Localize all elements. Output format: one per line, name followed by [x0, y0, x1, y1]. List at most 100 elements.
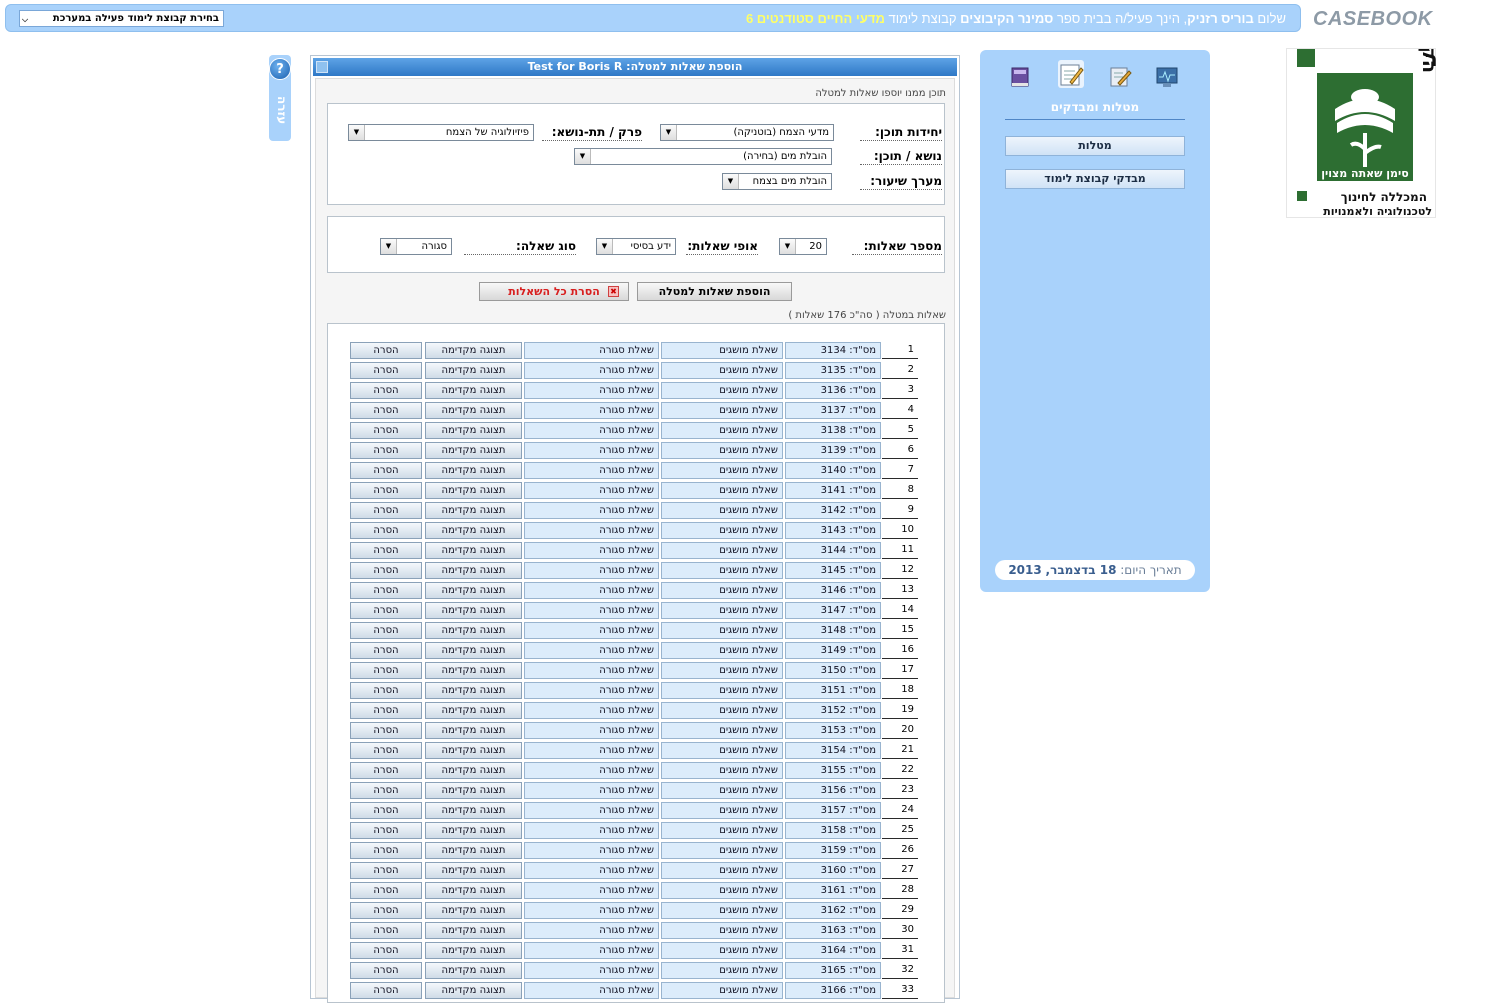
remove-question-button[interactable]: הסרה	[350, 362, 422, 379]
preview-button[interactable]: תצוגה מקדימה	[425, 822, 522, 839]
preview-button[interactable]: תצוגה מקדימה	[425, 522, 522, 539]
question-number: 17	[882, 662, 918, 679]
assignments-icon[interactable]	[1058, 60, 1084, 88]
preview-button[interactable]: תצוגה מקדימה	[425, 562, 522, 579]
preview-button[interactable]: תצוגה מקדימה	[425, 942, 522, 959]
remove-question-button[interactable]: הסרה	[350, 582, 422, 599]
chapter-select[interactable]: ▼ פיזיולוגיה של הצמח	[348, 124, 534, 141]
question-type-select[interactable]: ▼ סגורה	[380, 238, 452, 255]
question-category: שאלת מושגים	[661, 822, 783, 839]
remove-question-button[interactable]: הסרה	[350, 462, 422, 479]
id-value: 3153	[820, 725, 847, 736]
remove-question-button[interactable]: הסרה	[350, 902, 422, 919]
remove-question-button[interactable]: הסרה	[350, 862, 422, 879]
question-kind: שאלת סגורה	[524, 982, 659, 999]
remove-question-button[interactable]: הסרה	[350, 742, 422, 759]
preview-button[interactable]: תצוגה מקדימה	[425, 542, 522, 559]
add-questions-button[interactable]: הוספת שאלות למטלה	[637, 282, 792, 301]
question-nature-select[interactable]: ▼ ידע בסיסי	[596, 238, 676, 255]
preview-button[interactable]: תצוגה מקדימה	[425, 962, 522, 979]
brand-logo[interactable]: CASEBOOK	[1313, 8, 1433, 31]
top-bar: בחירת קבוצת לימוד פעילה במערכת ⌵ שלום בו…	[5, 4, 1301, 32]
preview-button[interactable]: תצוגה מקדימה	[425, 482, 522, 499]
preview-button[interactable]: תצוגה מקדימה	[425, 402, 522, 419]
remove-question-button[interactable]: הסרה	[350, 602, 422, 619]
preview-button[interactable]: תצוגה מקדימה	[425, 442, 522, 459]
remove-question-button[interactable]: הסרה	[350, 562, 422, 579]
remove-question-button[interactable]: הסרה	[350, 642, 422, 659]
remove-question-button[interactable]: הסרה	[350, 502, 422, 519]
remove-question-button[interactable]: הסרה	[350, 822, 422, 839]
preview-button[interactable]: תצוגה מקדימה	[425, 422, 522, 439]
remove-question-button[interactable]: הסרה	[350, 722, 422, 739]
preview-button[interactable]: תצוגה מקדימה	[425, 842, 522, 859]
remove-question-button[interactable]: הסרה	[350, 622, 422, 639]
remove-question-button[interactable]: הסרה	[350, 702, 422, 719]
remove-question-button[interactable]: הסרה	[350, 542, 422, 559]
preview-button[interactable]: תצוגה מקדימה	[425, 462, 522, 479]
question-count-select[interactable]: ▼ 20	[779, 238, 827, 255]
remove-question-button[interactable]: הסרה	[350, 402, 422, 419]
group-select[interactable]: בחירת קבוצת לימוד פעילה במערכת ⌵	[19, 10, 224, 27]
active-tab-label[interactable]: מטלות ומבדקים	[980, 100, 1210, 114]
preview-button[interactable]: תצוגה מקדימה	[425, 622, 522, 639]
preview-button[interactable]: תצוגה מקדימה	[425, 502, 522, 519]
preview-button[interactable]: תצוגה מקדימה	[425, 762, 522, 779]
preview-button[interactable]: תצוגה מקדימה	[425, 862, 522, 879]
preview-button[interactable]: תצוגה מקדימה	[425, 642, 522, 659]
remove-question-button[interactable]: הסרה	[350, 762, 422, 779]
remove-question-button[interactable]: הסרה	[350, 382, 422, 399]
remove-question-button[interactable]: הסרה	[350, 962, 422, 979]
preview-button[interactable]: תצוגה מקדימה	[425, 582, 522, 599]
content-unit-select[interactable]: ▼ מדעי הצמח (בוטניקה)	[660, 124, 834, 141]
preview-button[interactable]: תצוגה מקדימה	[425, 742, 522, 759]
remove-question-button[interactable]: הסרה	[350, 482, 422, 499]
preview-button[interactable]: תצוגה מקדימה	[425, 602, 522, 619]
remove-question-button[interactable]: הסרה	[350, 342, 422, 359]
group-tests-button[interactable]: מבדקי קבוצת לימוד	[1005, 169, 1185, 189]
preview-button[interactable]: תצוגה מקדימה	[425, 702, 522, 719]
edit-icon[interactable]	[1108, 65, 1132, 89]
preview-button[interactable]: תצוגה מקדימה	[425, 922, 522, 939]
book-icon[interactable]	[1008, 65, 1032, 89]
monitor-icon[interactable]	[1155, 65, 1179, 89]
remove-question-button[interactable]: הסרה	[350, 682, 422, 699]
remove-question-button[interactable]: הסרה	[350, 982, 422, 999]
preview-button[interactable]: תצוגה מקדימה	[425, 342, 522, 359]
help-icon[interactable]: ?	[269, 58, 291, 80]
question-id: מס"ד: 3137	[785, 402, 881, 419]
table-row: 3 מס"ד: 3136 שאלת מושגים שאלת סגורה תצוגה מק…	[328, 382, 944, 402]
question-category: שאלת מושגים	[661, 602, 783, 619]
assignments-button[interactable]: מטלות	[1005, 136, 1185, 156]
preview-button[interactable]: תצוגה מקדימה	[425, 982, 522, 999]
preview-button[interactable]: תצוגה מקדימה	[425, 882, 522, 899]
remove-all-questions-button[interactable]: הסרת כל השאלות ✖	[479, 282, 629, 301]
remove-question-button[interactable]: הסרה	[350, 842, 422, 859]
remove-question-button[interactable]: הסרה	[350, 442, 422, 459]
preview-button[interactable]: תצוגה מקדימה	[425, 362, 522, 379]
preview-button[interactable]: תצוגה מקדימה	[425, 802, 522, 819]
topic-select[interactable]: ▼ הובלת מים (בחירה)	[574, 148, 832, 165]
help-tab[interactable]: ? עזרה	[269, 55, 291, 141]
preview-button[interactable]: תצוגה מקדימה	[425, 662, 522, 679]
remove-question-button[interactable]: הסרה	[350, 522, 422, 539]
table-row: 8 מס"ד: 3141 שאלת מושגים שאלת סגורה תצוגה מק…	[328, 482, 944, 502]
remove-question-button[interactable]: הסרה	[350, 802, 422, 819]
lesson-select[interactable]: ▼ הובלת מים בצמח	[722, 173, 832, 190]
remove-question-button[interactable]: הסרה	[350, 882, 422, 899]
preview-button[interactable]: תצוגה מקדימה	[425, 682, 522, 699]
table-row: 19 מס"ד: 3152 שאלת מושגים שאלת סגורה תצוגה מ…	[328, 702, 944, 722]
preview-button[interactable]: תצוגה מקדימה	[425, 722, 522, 739]
remove-question-button[interactable]: הסרה	[350, 662, 422, 679]
question-category: שאלת מושגים	[661, 482, 783, 499]
preview-button[interactable]: תצוגה מקדימה	[425, 902, 522, 919]
preview-button[interactable]: תצוגה מקדימה	[425, 382, 522, 399]
remove-question-button[interactable]: הסרה	[350, 422, 422, 439]
remove-question-button[interactable]: הסרה	[350, 922, 422, 939]
remove-question-button[interactable]: הסרה	[350, 942, 422, 959]
collapse-icon[interactable]	[316, 61, 328, 73]
table-row: 10 מס"ד: 3143 שאלת מושגים שאלת סגורה תצוגה מ…	[328, 522, 944, 542]
remove-question-button[interactable]: הסרה	[350, 782, 422, 799]
preview-button[interactable]: תצוגה מקדימה	[425, 782, 522, 799]
id-prefix: מס"ד:	[849, 925, 876, 936]
